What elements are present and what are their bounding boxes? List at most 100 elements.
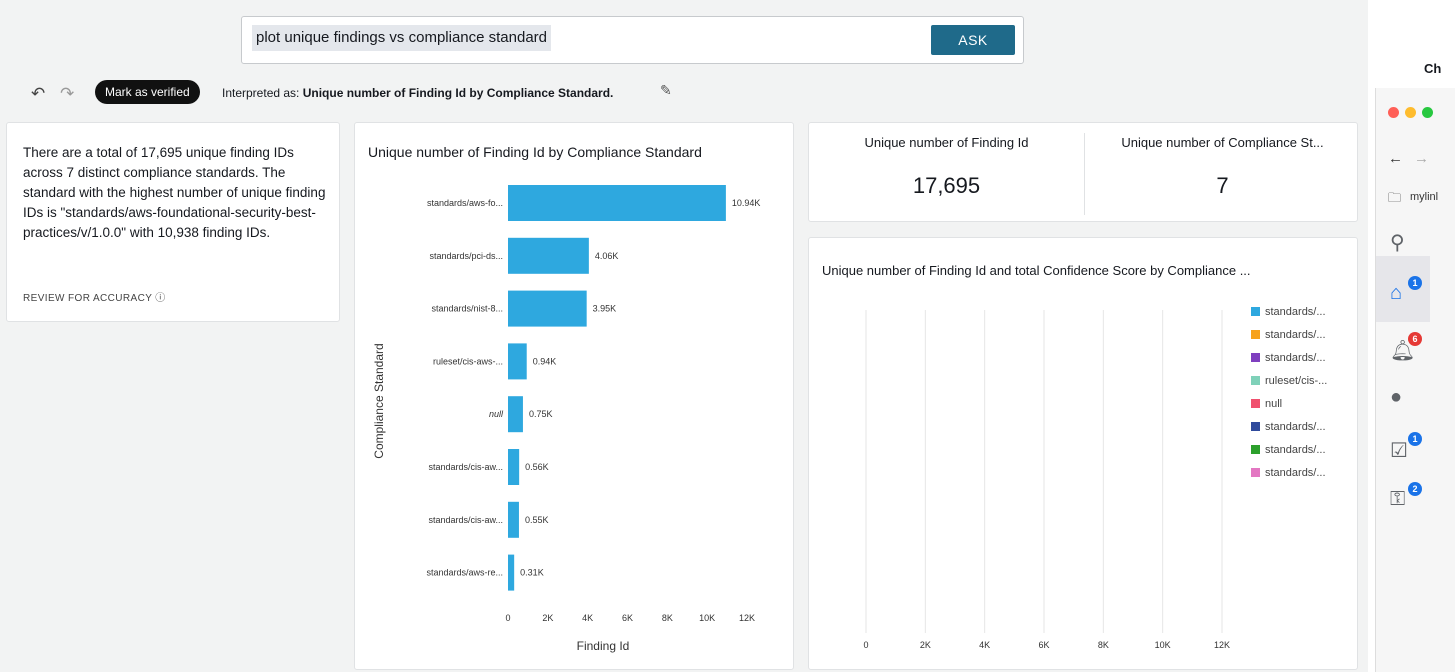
x-tick-label: 6K bbox=[1038, 640, 1049, 650]
legend-item[interactable]: standards/... bbox=[1251, 323, 1327, 346]
x-tick-label: 2K bbox=[920, 640, 931, 650]
combo-chart-card: Unique number of Finding Id and total Co… bbox=[808, 237, 1358, 670]
pencil-icon[interactable]: ✎ bbox=[660, 82, 672, 99]
data-label: 0.31K bbox=[520, 568, 544, 578]
folder-icon[interactable]: 🗀 bbox=[1388, 189, 1401, 211]
legend-label: ruleset/cis-... bbox=[1265, 374, 1328, 387]
legend-swatch bbox=[1251, 307, 1260, 316]
x-tick-label: 4K bbox=[582, 613, 593, 623]
info-icon[interactable]: ⓘ bbox=[155, 293, 165, 304]
minimize-window-button[interactable] bbox=[1405, 107, 1416, 118]
x-tick-label: 8K bbox=[1098, 640, 1109, 650]
combo-chart: 0 2K 4K 6K 8K 10K 12K bbox=[863, 310, 1230, 650]
bar-chart: standards/aws-fo... 10.94K standards/pci-d… bbox=[372, 185, 761, 653]
browser-window: ← → 🗀 mylinl ⚲ ⌂ 1 🔔︎ 6 ● ☑ 1 ⚿ 2 bbox=[1375, 88, 1455, 672]
legend-label: standards/... bbox=[1265, 420, 1326, 433]
bookmark-label[interactable]: mylinl bbox=[1410, 191, 1438, 203]
close-window-button[interactable] bbox=[1388, 107, 1399, 118]
legend-label: standards/... bbox=[1265, 466, 1326, 479]
back-arrow-icon[interactable]: ← bbox=[1388, 150, 1403, 167]
data-label: 4.06K bbox=[595, 251, 619, 261]
legend-swatch bbox=[1251, 330, 1260, 339]
legend-label: standards/... bbox=[1265, 328, 1326, 341]
search-icon[interactable]: ⚲ bbox=[1390, 230, 1416, 256]
chat-icon[interactable]: ● bbox=[1390, 386, 1416, 412]
interpreted-value: Unique number of Finding Id by Complianc… bbox=[302, 86, 614, 100]
x-tick-label: 12K bbox=[1214, 640, 1230, 650]
bar bbox=[508, 185, 726, 221]
legend-item[interactable]: standards/... bbox=[1251, 346, 1327, 369]
y-tick-label: standards/pci-ds... bbox=[429, 251, 503, 261]
bar bbox=[508, 237, 589, 274]
menu-app-name[interactable]: Ch bbox=[1424, 61, 1441, 76]
redo-icon[interactable]: ↷ bbox=[60, 84, 74, 104]
kpi-value-compliance: 7 bbox=[1216, 173, 1229, 198]
x-tick-label: 6K bbox=[622, 613, 633, 623]
data-label: 3.95K bbox=[593, 304, 617, 314]
legend-label: standards/... bbox=[1265, 443, 1326, 456]
bell-badge: 6 bbox=[1408, 332, 1422, 346]
undo-icon[interactable]: ↶ bbox=[31, 84, 45, 104]
x-tick-label: 0 bbox=[505, 613, 510, 623]
bar bbox=[508, 343, 527, 380]
legend-item[interactable]: standards/... bbox=[1251, 415, 1327, 438]
legend-label: standards/... bbox=[1265, 351, 1326, 364]
y-tick-label: standards/cis-aw... bbox=[428, 462, 503, 472]
summary-card: There are a total of 17,695 unique findi… bbox=[6, 122, 340, 322]
x-tick-label: 0 bbox=[863, 640, 868, 650]
legend-label: null bbox=[1265, 397, 1283, 410]
tasks-icon[interactable]: ☑ 1 bbox=[1390, 432, 1422, 464]
bar bbox=[508, 290, 587, 327]
x-tick-label: 10K bbox=[1155, 640, 1171, 650]
data-label: 0.55K bbox=[525, 515, 549, 525]
kpi-card: Unique number of Finding Id 17,695 Uniqu… bbox=[808, 122, 1358, 222]
summary-text: There are a total of 17,695 unique findi… bbox=[23, 145, 326, 240]
mark-as-verified-button[interactable]: Mark as verified bbox=[95, 80, 200, 104]
kpi-finding-id: Unique number of Finding Id 17,695 bbox=[809, 123, 1084, 223]
keys-icon[interactable]: ⚿ 2 bbox=[1390, 482, 1422, 514]
legend-item[interactable]: null bbox=[1251, 392, 1327, 415]
bar bbox=[508, 396, 523, 433]
x-tick-label: 2K bbox=[542, 613, 553, 623]
bar bbox=[508, 449, 520, 485]
x-tick-label: 12K bbox=[739, 613, 755, 623]
review-for-accuracy[interactable]: REVIEW FOR ACCURACY ⓘ bbox=[23, 289, 166, 304]
bar bbox=[508, 501, 519, 538]
bar bbox=[508, 554, 515, 591]
legend-item[interactable]: standards/... bbox=[1251, 300, 1327, 323]
y-axis-label: Compliance Standard bbox=[372, 343, 386, 458]
legend-swatch bbox=[1251, 376, 1260, 385]
data-label: 0.94K bbox=[533, 356, 557, 366]
interpreted-prefix: Interpreted as: bbox=[222, 86, 303, 100]
bar-chart-card: Unique number of Finding Id by Complianc… bbox=[354, 122, 794, 670]
home-badge: 1 bbox=[1408, 276, 1422, 290]
kpi-label-finding-id: Unique number of Finding Id bbox=[864, 135, 1029, 150]
bell-icon[interactable]: 🔔︎ 6 bbox=[1390, 332, 1422, 364]
tasks-badge: 1 bbox=[1408, 432, 1422, 446]
legend-item[interactable]: standards/... bbox=[1251, 461, 1327, 484]
interpreted-as-text: Interpreted as: Unique number of Finding… bbox=[222, 86, 613, 100]
kpi-compliance-standard: Unique number of Compliance St... 7 bbox=[1085, 123, 1360, 223]
query-text[interactable]: plot unique findings vs compliance stand… bbox=[252, 25, 552, 51]
query-bar: plot unique findings vs compliance stand… bbox=[0, 0, 1368, 118]
data-label: 0.75K bbox=[529, 409, 553, 419]
legend-item[interactable]: standards/... bbox=[1251, 438, 1327, 461]
forward-arrow-icon[interactable]: → bbox=[1414, 150, 1429, 167]
y-tick-label: standards/nist-8... bbox=[431, 304, 503, 314]
maximize-window-button[interactable] bbox=[1422, 107, 1433, 118]
legend-item[interactable]: ruleset/cis-... bbox=[1251, 369, 1327, 392]
y-tick-label: ruleset/cis-aws-... bbox=[433, 356, 503, 366]
kpi-label-compliance: Unique number of Compliance St... bbox=[1121, 135, 1324, 150]
data-label: 10.94K bbox=[732, 198, 761, 208]
review-label: REVIEW FOR ACCURACY bbox=[23, 293, 153, 304]
legend-label: standards/... bbox=[1265, 305, 1326, 318]
y-tick-label: standards/aws-re... bbox=[426, 568, 503, 578]
query-input[interactable]: plot unique findings vs compliance stand… bbox=[241, 16, 1024, 64]
keys-badge: 2 bbox=[1408, 482, 1422, 496]
y-tick-label: null bbox=[489, 409, 504, 419]
ask-button[interactable]: ASK bbox=[931, 25, 1015, 55]
x-tick-label: 10K bbox=[699, 613, 715, 623]
legend-swatch bbox=[1251, 445, 1260, 454]
x-tick-label: 4K bbox=[979, 640, 990, 650]
home-icon[interactable]: ⌂ 1 bbox=[1390, 276, 1422, 308]
